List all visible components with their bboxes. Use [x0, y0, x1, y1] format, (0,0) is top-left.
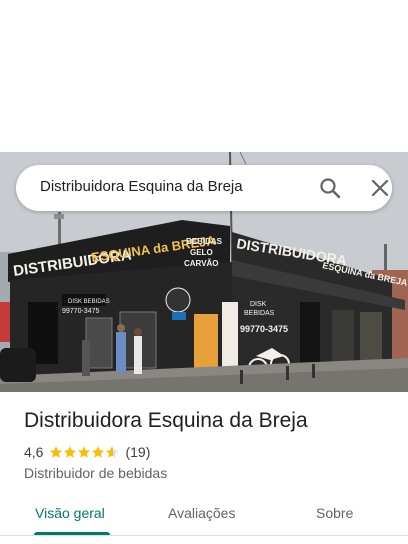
search-bar[interactable]: Distribuidora Esquina da Breja [16, 165, 392, 211]
svg-text:99770-3475: 99770-3475 [62, 308, 99, 315]
svg-text:BEBIDAS: BEBIDAS [244, 310, 275, 317]
place-tabs: Visão geral Avaliações Sobre [0, 496, 408, 544]
review-count[interactable]: (19) [125, 444, 150, 460]
rating-row[interactable]: 4,6 (19) [24, 444, 150, 460]
place-category: Distribuidor de bebidas [24, 465, 168, 481]
rating-value: 4,6 [24, 444, 44, 460]
svg-text:DISK BEBIDAS: DISK BEBIDAS [68, 299, 110, 305]
svg-text:BEBIDAS: BEBIDAS [186, 237, 223, 246]
star-icon [64, 446, 77, 458]
svg-text:GELO: GELO [190, 248, 213, 257]
close-icon[interactable] [370, 178, 390, 198]
place-name: Distribuidora Esquina da Breja [24, 409, 308, 432]
tab-reviews[interactable]: Avaliações [168, 505, 235, 521]
search-input[interactable]: Distribuidora Esquina da Breja [40, 178, 243, 195]
tabs-divider [0, 535, 408, 536]
star-icon [78, 446, 91, 458]
top-blank-area [0, 0, 408, 152]
search-icon[interactable] [318, 176, 342, 200]
tab-overview[interactable]: Visão geral [35, 505, 105, 521]
rating-stars [49, 445, 119, 459]
svg-text:CARVÃO: CARVÃO [184, 259, 219, 268]
star-icon [92, 446, 105, 458]
star-icon [50, 446, 63, 458]
svg-text:DISK: DISK [250, 301, 267, 308]
star-half-icon [106, 446, 119, 458]
tab-about[interactable]: Sobre [316, 505, 353, 521]
svg-text:99770-3475: 99770-3475 [240, 324, 288, 334]
